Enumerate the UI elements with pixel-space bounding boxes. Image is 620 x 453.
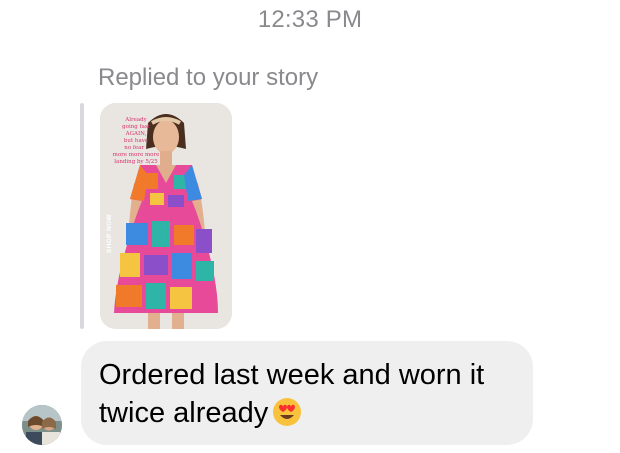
message-text-container: Ordered last week and worn it twice alre… — [99, 356, 519, 432]
shop-now-label: SHOP NOW — [106, 213, 114, 253]
avatar-image — [22, 405, 62, 445]
story-thumbnail[interactable]: Already going fast AGAIN, but have no fe… — [100, 103, 232, 329]
story-reply-label: Replied to your story — [98, 64, 319, 91]
message-bubble[interactable]: Ordered last week and worn it twice alre… — [81, 341, 533, 445]
dm-thread: 12:33 PM Replied to your story Already g… — [0, 0, 620, 453]
heart-eyes-emoji-icon — [272, 397, 302, 427]
story-caption: Already going fast AGAIN, but have no fe… — [100, 117, 172, 166]
message-timestamp: 12:33 PM — [257, 6, 363, 33]
caption-line: landing by 5/25 — [114, 159, 158, 165]
quote-bar — [80, 103, 84, 329]
caption-line: more more more — [112, 152, 160, 158]
shop-now-sticker[interactable]: SHOP NOW — [103, 203, 117, 263]
caption-line: but have — [123, 138, 149, 144]
caption-line: going fast — [122, 124, 150, 130]
sender-avatar[interactable] — [22, 405, 62, 445]
caption-line: no fear - — [124, 145, 148, 151]
caption-line: AGAIN, — [125, 131, 147, 137]
caption-line: Already — [125, 117, 147, 123]
